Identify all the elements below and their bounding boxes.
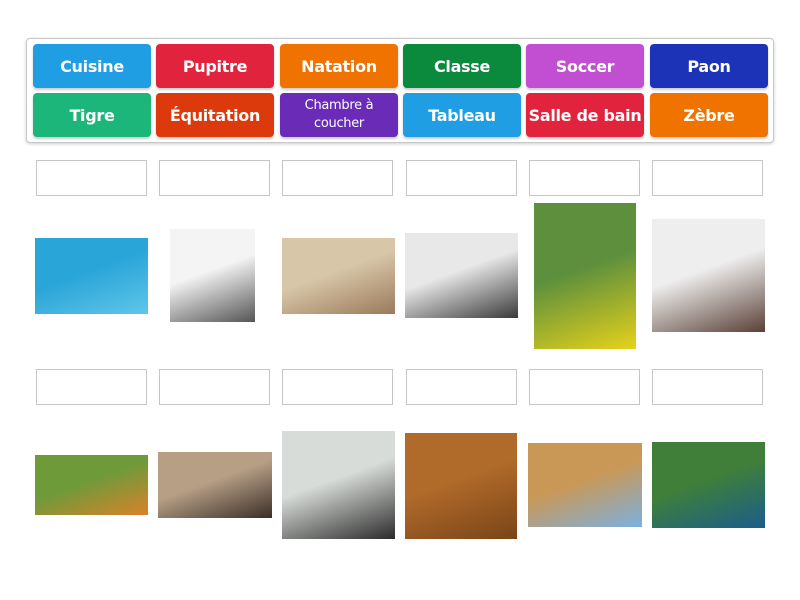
drop-slot[interactable] xyxy=(159,160,270,196)
bedroom-image xyxy=(652,219,765,332)
word-tile[interactable]: Équitation xyxy=(156,93,274,137)
word-tile[interactable]: Zèbre xyxy=(650,93,768,137)
drop-slot[interactable] xyxy=(406,369,517,405)
peacock-image xyxy=(652,442,765,528)
classroom-image xyxy=(282,238,395,314)
word-tile[interactable]: Soccer xyxy=(526,44,644,88)
drop-slot[interactable] xyxy=(282,369,393,405)
drop-slot[interactable] xyxy=(406,160,517,196)
tiger-image xyxy=(35,455,148,515)
word-tile[interactable]: Tigre xyxy=(33,93,151,137)
swimmer-image xyxy=(35,238,148,314)
drop-slot[interactable] xyxy=(36,369,147,405)
word-tile[interactable]: Cuisine xyxy=(33,44,151,88)
drop-slot[interactable] xyxy=(529,160,640,196)
drop-slot[interactable] xyxy=(159,369,270,405)
drop-slot[interactable] xyxy=(652,160,763,196)
word-tile[interactable]: Tableau xyxy=(403,93,521,137)
soccer-player-image xyxy=(534,203,636,349)
word-tile[interactable]: Classe xyxy=(403,44,521,88)
word-tile[interactable]: Salle de bain xyxy=(526,93,644,137)
kitchen-image xyxy=(405,233,518,318)
word-tile[interactable]: Pupitre xyxy=(156,44,274,88)
horse-rider-image xyxy=(528,443,642,527)
word-tile[interactable]: Natation xyxy=(280,44,398,88)
drop-slot[interactable] xyxy=(652,369,763,405)
zebra-image xyxy=(158,452,272,518)
drop-slot[interactable] xyxy=(529,369,640,405)
word-tile[interactable]: Paon xyxy=(650,44,768,88)
whiteboard-image xyxy=(170,229,255,322)
bathroom-image xyxy=(282,431,395,539)
drop-slot[interactable] xyxy=(282,160,393,196)
word-tile[interactable]: Chambre à coucher xyxy=(280,93,398,137)
drop-slot[interactable] xyxy=(36,160,147,196)
school-desk-image xyxy=(405,433,517,539)
